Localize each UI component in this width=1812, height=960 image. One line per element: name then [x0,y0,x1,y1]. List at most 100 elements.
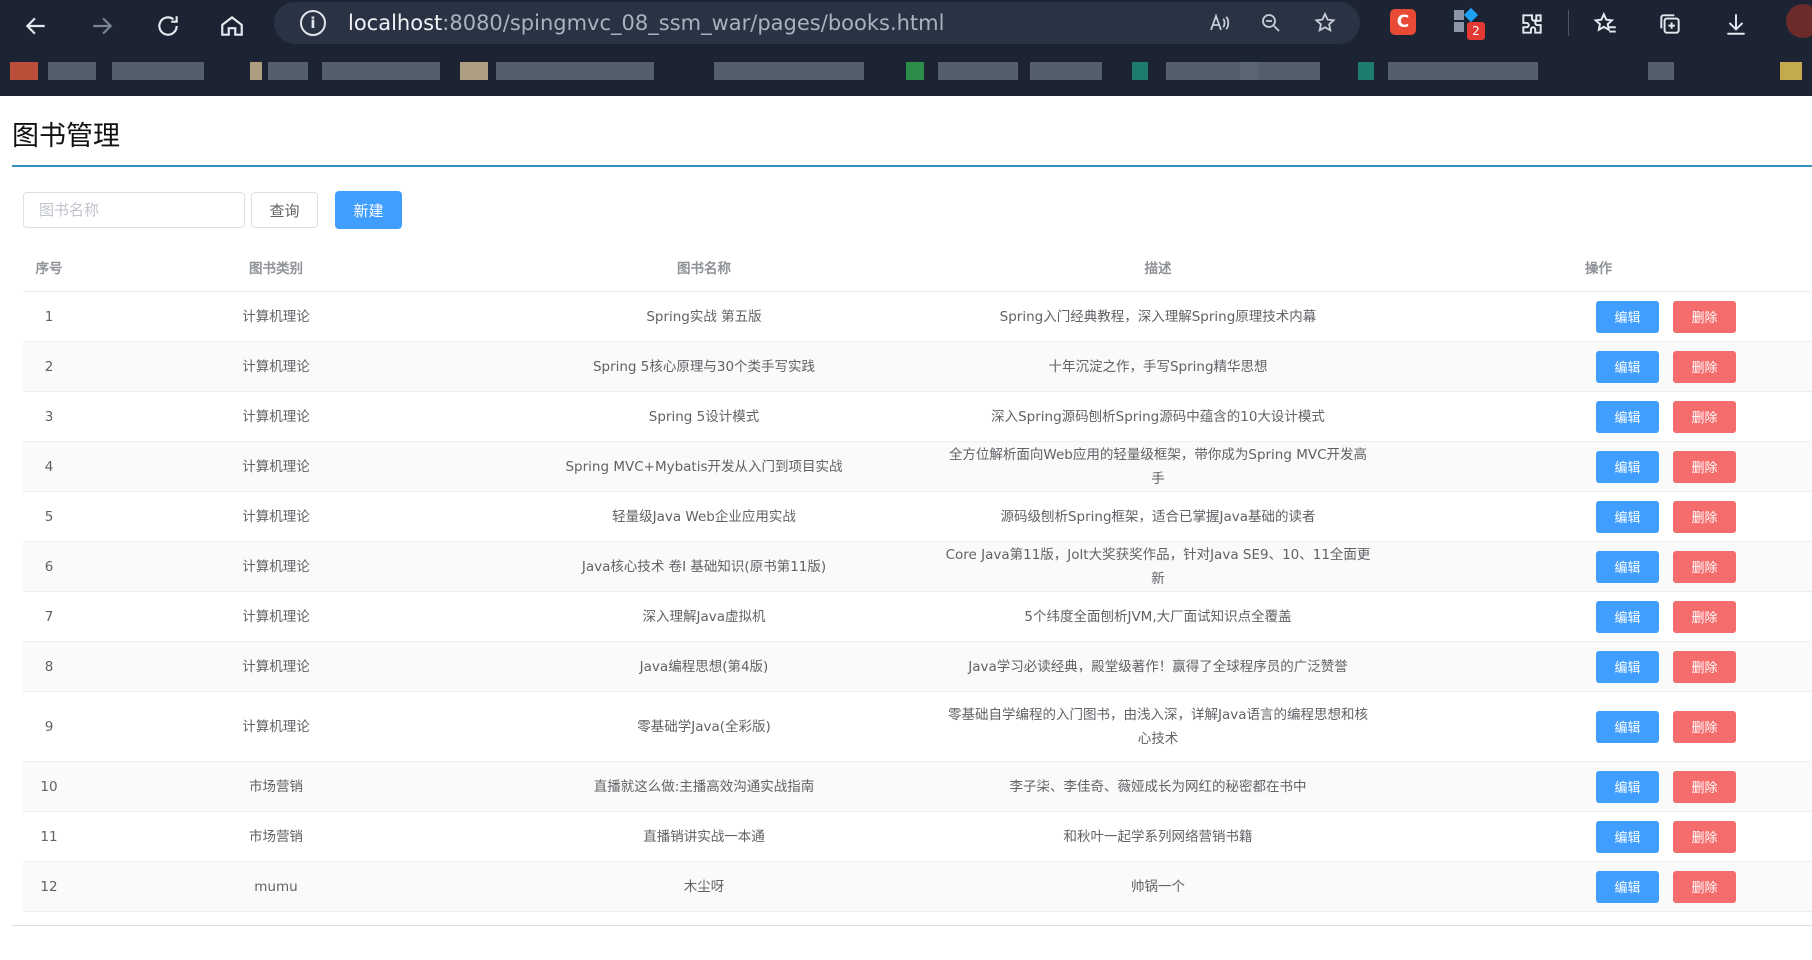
url-path: :8080/spingmvc_08_ssm_war/pages/books.ht… [442,11,945,35]
page-title: 图书管理 [12,121,120,152]
row-index: 1 [44,308,54,325]
delete-button[interactable]: 删除 [1673,550,1736,583]
extension-badge-count: 2 [1467,22,1485,40]
delete-button[interactable]: 删除 [1673,400,1736,433]
delete-button[interactable]: 删除 [1673,650,1736,683]
add-favorite-icon[interactable] [1310,10,1340,36]
edit-button[interactable]: 编辑 [1596,300,1659,333]
delete-button[interactable]: 删除 [1673,300,1736,333]
zoom-icon[interactable] [1256,10,1286,36]
site-info-icon[interactable]: i [300,10,326,36]
edit-button[interactable]: 编辑 [1596,400,1659,433]
bookmark-folder-icon[interactable] [1780,62,1802,80]
back-arrow-icon[interactable] [16,6,56,46]
profile-avatar[interactable] [1786,4,1812,38]
header-actions: 操作 [1585,261,1612,277]
bookmark-item[interactable] [1388,62,1538,80]
header-category: 图书类别 [249,261,303,277]
edit-button[interactable]: 编辑 [1596,450,1659,483]
bookmark-item[interactable] [268,62,308,80]
table-row: 6 计算机理论 Java核心技术 卷Ⅰ 基础知识(原书第11版) Core Ja… [23,542,1812,592]
bookmarks-bar [0,48,1812,96]
delete-button[interactable]: 删除 [1673,770,1736,803]
extension-badge-icon[interactable]: 2 [1454,7,1485,40]
edit-button[interactable]: 编辑 [1596,820,1659,853]
bookmark-item[interactable] [1030,62,1102,80]
row-book-name: 直播销讲实战一本通 [643,828,765,845]
home-icon[interactable] [212,6,252,46]
row-category: 计算机理论 [242,718,310,735]
row-index: 4 [44,458,54,475]
query-button[interactable]: 查询 [251,192,318,228]
row-description: 零基础自学编程的入门图书，由浅入深，详解Java语言的编程思想和核心技术 [947,706,1368,747]
delete-button[interactable]: 删除 [1673,500,1736,533]
table-row: 12 mumu 木尘呀 帅锅一个 编辑 删除 [23,862,1812,912]
row-category: 计算机理论 [242,358,310,375]
row-index: 5 [44,508,54,525]
favorites-icon[interactable] [1590,8,1622,40]
bookmark-item[interactable] [48,62,96,80]
forward-arrow-icon[interactable] [82,6,122,46]
header-name: 图书名称 [677,261,731,277]
row-book-name: 木尘呀 [683,878,725,895]
bookmark-item[interactable] [1648,62,1674,80]
row-book-name: 深入理解Java虚拟机 [642,608,766,625]
delete-button[interactable]: 删除 [1673,820,1736,853]
table-bottom-border [12,925,1812,926]
collections-icon[interactable] [1654,8,1686,40]
delete-button[interactable]: 删除 [1673,870,1736,903]
bookmark-item[interactable] [322,62,440,80]
refresh-icon[interactable] [148,6,188,46]
row-index: 2 [44,358,54,375]
bookmark-item[interactable] [460,62,488,80]
edit-button[interactable]: 编辑 [1596,500,1659,533]
row-category: 计算机理论 [242,458,310,475]
edit-button[interactable]: 编辑 [1596,600,1659,633]
edit-button[interactable]: 编辑 [1596,870,1659,903]
table-header: 序号 图书类别 图书名称 描述 操作 [23,247,1812,292]
read-aloud-icon[interactable] [1204,10,1234,36]
extension-c-icon[interactable]: C [1390,9,1416,35]
row-book-name: 轻量级Java Web企业应用实战 [612,508,796,525]
row-index: 9 [44,718,54,735]
bookmark-item[interactable] [714,62,864,80]
delete-button[interactable]: 删除 [1673,350,1736,383]
bookmark-item[interactable] [496,62,654,80]
row-category: 计算机理论 [242,408,310,425]
edit-button[interactable]: 编辑 [1596,650,1659,683]
delete-button[interactable]: 删除 [1673,450,1736,483]
bookmark-item[interactable] [250,62,262,80]
bookmark-item[interactable] [1358,62,1374,80]
url-text[interactable]: localhost:8080/spingmvc_08_ssm_war/pages… [348,11,944,35]
bookmark-item[interactable] [906,62,924,80]
bookmark-item[interactable] [10,62,38,80]
row-description: 深入Spring源码刨析Spring源码中蕴含的10大设计模式 [991,408,1325,425]
bookmark-item[interactable] [1240,62,1320,80]
edit-button[interactable]: 编辑 [1596,710,1659,743]
edit-button[interactable]: 编辑 [1596,350,1659,383]
url-host: localhost [348,11,443,35]
bookmark-item[interactable] [112,62,204,80]
bookmark-item[interactable] [938,62,1018,80]
row-description: Core Java第11版，Jolt大奖获奖作品，针对Java SE9、10、1… [945,546,1371,587]
extensions-puzzle-icon[interactable] [1516,8,1548,40]
row-description: 和秋叶一起学系列网络营销书籍 [1063,828,1253,845]
table-row: 10 市场营销 直播就这么做:主播高效沟通实战指南 李子柒、李佳奇、薇娅成长为网… [23,762,1812,812]
row-book-name: Spring 5设计模式 [648,408,760,425]
table-row: 11 市场营销 直播销讲实战一本通 和秋叶一起学系列网络营销书籍 编辑 删除 [23,812,1812,862]
row-category: 计算机理论 [242,508,310,525]
edit-button[interactable]: 编辑 [1596,770,1659,803]
new-book-button[interactable]: 新建 [335,191,402,229]
table-row: 1 计算机理论 Spring实战 第五版 Spring入门经典教程，深入理解Sp… [23,292,1812,342]
row-book-name: Spring实战 第五版 [646,308,762,325]
downloads-icon[interactable] [1720,8,1752,40]
address-bar[interactable]: i localhost:8080/spingmvc_08_ssm_war/pag… [274,2,1360,44]
book-name-search-input[interactable] [23,192,245,228]
row-category: 计算机理论 [242,558,310,575]
delete-button[interactable]: 删除 [1673,600,1736,633]
delete-button[interactable]: 删除 [1673,710,1736,743]
row-index: 11 [40,828,58,845]
bookmark-item[interactable] [1132,62,1148,80]
row-book-name: Spring 5核心原理与30个类手写实践 [592,358,816,375]
edit-button[interactable]: 编辑 [1596,550,1659,583]
